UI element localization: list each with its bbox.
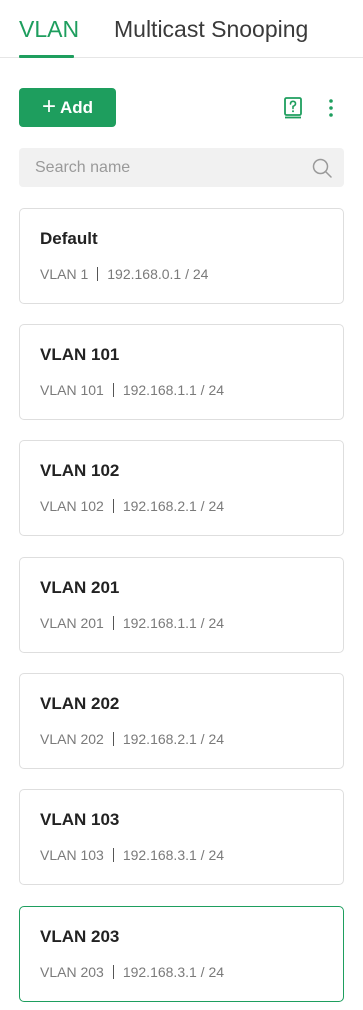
vlan-card[interactable]: Default VLAN 1 192.168.0.1 / 24 — [19, 208, 344, 304]
vlan-card-name: VLAN 202 — [40, 694, 120, 713]
search-box — [19, 148, 344, 187]
vlan-card[interactable]: VLAN 103 VLAN 103 192.168.3.1 / 24 — [19, 789, 344, 885]
vlan-card-id: VLAN 103 — [40, 847, 104, 863]
tab-multicast-snooping[interactable]: Multicast Snooping — [114, 14, 308, 44]
vlan-card[interactable]: VLAN 201 VLAN 201 192.168.1.1 / 24 — [19, 557, 344, 653]
vlan-card-id: VLAN 202 — [40, 731, 104, 747]
add-button-label: Add — [59, 97, 94, 117]
vlan-card-name: VLAN 201 — [40, 578, 120, 597]
vlan-card-selected[interactable]: VLAN 203 VLAN 203 192.168.3.1 / 24 — [19, 906, 344, 1002]
separator — [97, 267, 99, 281]
vlan-card-ip: 192.168.2.1 / 24 — [122, 498, 225, 514]
vlan-card-id: VLAN 203 — [40, 964, 104, 980]
vlan-card-ip: 192.168.2.1 / 24 — [122, 731, 225, 747]
tab-bar: VLAN Multicast Snooping — [0, 0, 363, 58]
vlan-card-id: VLAN 1 — [40, 266, 89, 282]
vlan-card-name: VLAN 101 — [40, 345, 120, 364]
vlan-card-details: VLAN 202 192.168.2.1 / 24 — [40, 731, 224, 747]
more-vertical-icon[interactable] — [325, 97, 337, 119]
separator — [112, 848, 114, 862]
separator — [112, 499, 114, 513]
vlan-page: VLAN Multicast Snooping + Add Default VL… — [0, 0, 363, 1010]
separator — [112, 965, 114, 979]
plus-icon: + — [41, 92, 56, 120]
vlan-card-details: VLAN 1 192.168.0.1 / 24 — [40, 266, 208, 282]
active-tab-indicator — [19, 55, 74, 58]
vlan-card-details: VLAN 101 192.168.1.1 / 24 — [40, 382, 224, 398]
vlan-card-ip: 192.168.1.1 / 24 — [122, 615, 225, 631]
separator — [112, 732, 114, 746]
vlan-card-name: VLAN 103 — [40, 810, 120, 829]
vlan-card-id: VLAN 201 — [40, 615, 104, 631]
vlan-card-details: VLAN 103 192.168.3.1 / 24 — [40, 847, 224, 863]
help-book-icon[interactable] — [284, 97, 302, 119]
vlan-card-name: Default — [40, 229, 98, 248]
tab-vlan[interactable]: VLAN — [19, 14, 79, 44]
vlan-card-name: VLAN 102 — [40, 461, 120, 480]
vlan-card-ip: 192.168.0.1 / 24 — [107, 266, 209, 282]
vlan-card-ip: 192.168.1.1 / 24 — [122, 382, 225, 398]
vlan-card-id: VLAN 101 — [40, 382, 104, 398]
vlan-card-id: VLAN 102 — [40, 498, 104, 514]
vlan-card-details: VLAN 102 192.168.2.1 / 24 — [40, 498, 224, 514]
vlan-card-ip: 192.168.3.1 / 24 — [122, 847, 225, 863]
vlan-card[interactable]: VLAN 101 VLAN 101 192.168.1.1 / 24 — [19, 324, 344, 420]
vlan-card-ip: 192.168.3.1 / 24 — [122, 964, 225, 980]
vlan-card-details: VLAN 201 192.168.1.1 / 24 — [40, 615, 224, 631]
separator — [112, 616, 114, 630]
separator — [112, 383, 114, 397]
search-input[interactable] — [19, 148, 309, 187]
vlan-card[interactable]: VLAN 102 VLAN 102 192.168.2.1 / 24 — [19, 440, 344, 536]
add-button[interactable]: + Add — [19, 88, 116, 127]
vlan-card-details: VLAN 203 192.168.3.1 / 24 — [40, 964, 224, 980]
vlan-card-name: VLAN 203 — [40, 927, 120, 946]
vlan-card[interactable]: VLAN 202 VLAN 202 192.168.2.1 / 24 — [19, 673, 344, 769]
search-icon[interactable] — [312, 158, 332, 178]
